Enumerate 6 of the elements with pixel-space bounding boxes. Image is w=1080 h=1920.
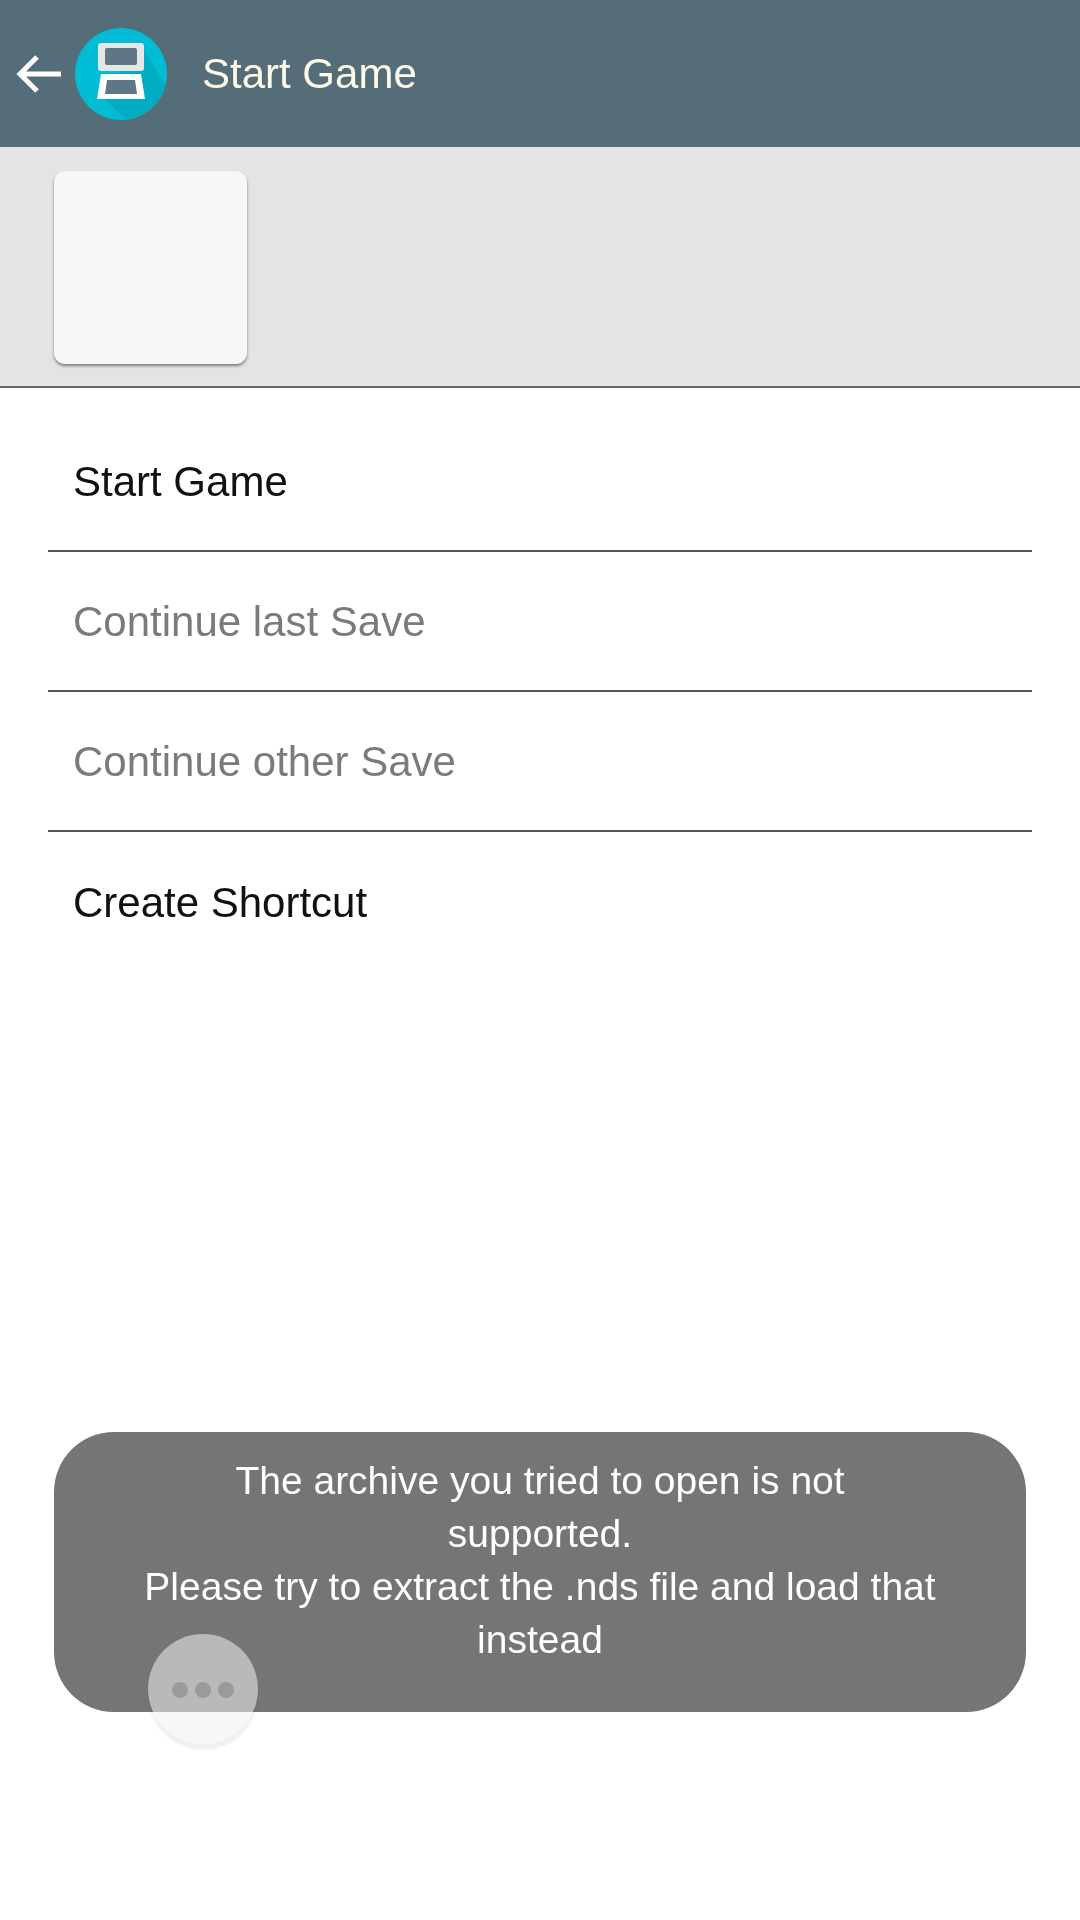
toast-message: The archive you tried to open is not supported. Please try to extract the .nds file and load that instead [54, 1432, 1026, 1712]
menu-item[interactable]: Start Game [48, 388, 1032, 552]
menu-item[interactable]: Create Shortcut [48, 832, 1032, 972]
screen-title: Start Game [202, 49, 417, 99]
more-icon [171, 1680, 235, 1699]
app-logo-icon [74, 26, 168, 121]
